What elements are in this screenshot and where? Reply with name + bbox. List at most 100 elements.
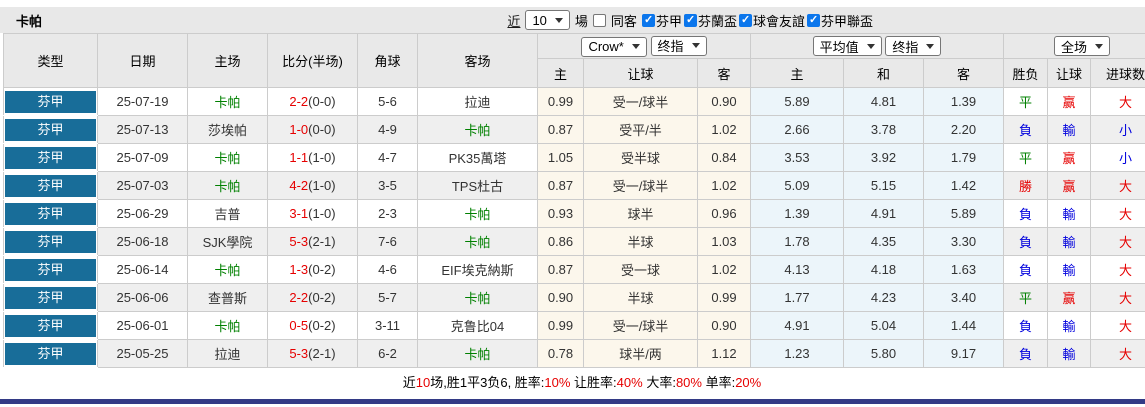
score-halftime: (0-0) [308, 94, 336, 109]
home-team-cell[interactable]: 卡帕 [187, 143, 268, 172]
goals-cell: 小 [1089, 115, 1145, 144]
home-team-cell[interactable]: 卡帕 [187, 255, 268, 284]
away-team-cell[interactable]: 卡帕 [417, 115, 538, 144]
odds-stage-select[interactable]: 终指 [650, 35, 707, 56]
score-cell: 2-2(0-0) [267, 87, 358, 116]
summary-segment: 80% [675, 374, 702, 390]
away-team-cell[interactable]: 卡帕 [417, 283, 538, 312]
goals-cell: 大 [1089, 339, 1145, 368]
avg-away-cell: 3.40 [923, 283, 1004, 312]
match-count-select[interactable]: 10 [525, 10, 570, 30]
avg-home-cell: 1.39 [750, 199, 844, 228]
date-cell: 25-06-01 [97, 311, 188, 340]
home-team-cell[interactable]: 拉迪 [187, 339, 268, 368]
match-count-value: 10 [532, 12, 547, 28]
home-team-cell[interactable]: 卡帕 [187, 171, 268, 200]
avg-select-value: 平均值 [819, 39, 859, 55]
date-cell: 25-06-06 [97, 283, 188, 312]
away-odds-cell: 1.02 [697, 255, 751, 284]
avg-home-cell: 1.77 [750, 283, 844, 312]
avg-select[interactable]: 平均值 [812, 36, 882, 56]
avg-away-cell: 1.79 [923, 143, 1004, 172]
checkbox-checked-icon[interactable] [738, 13, 752, 27]
corner-cell: 4-7 [357, 143, 418, 172]
col-header-odds-away: 客 [697, 58, 751, 88]
recent-link[interactable]: 近 [507, 11, 520, 30]
away-team-cell[interactable]: EIF埃克納斯 [417, 255, 538, 284]
away-team-cell[interactable]: 卡帕 [417, 227, 538, 256]
result-cell: 負 [1003, 255, 1048, 284]
stats-page: 卡帕 近 10 場 同客 芬甲芬蘭盃球會友誼芬甲聯盃 类型 日期 主场 比分( [0, 0, 1145, 407]
score-fulltime: 0-5 [289, 318, 309, 333]
match-tbody: 芬甲 25-07-19 卡帕 2-2(0-0) 5-6 拉迪 0.99 受一/球半 0.90 5.… [3, 87, 1145, 368]
chevron-down-icon [926, 43, 935, 49]
checkbox-checked-icon[interactable] [641, 13, 655, 27]
handicap-result-cell: 輸 [1047, 115, 1091, 144]
handicap-cell: 球半 [583, 199, 698, 228]
bottom-divider-bar [0, 399, 1145, 404]
away-team-cell[interactable]: TPS杜古 [417, 171, 538, 200]
home-odds-cell: 0.87 [537, 171, 584, 200]
handicap-result-cell: 輸 [1047, 339, 1091, 368]
handicap-result-cell: 赢 [1047, 171, 1091, 200]
summary-bar: 近10场,胜1平3负6, 胜率:10% 让胜率:40% 大率:80% 单率:20… [3, 367, 1145, 395]
league-badge: 芬甲 [5, 230, 96, 253]
checkbox-checked-icon[interactable] [806, 13, 820, 27]
bookmaker-select-value: Crow* [588, 39, 624, 54]
avg-home-cell: 4.13 [750, 255, 844, 284]
chevron-down-icon [554, 17, 563, 23]
avg-stage-select-value: 终指 [892, 39, 919, 55]
avg-away-cell: 1.63 [923, 255, 1004, 284]
avg-stage-select[interactable]: 终指 [885, 36, 942, 56]
home-odds-cell: 0.87 [537, 255, 584, 284]
score-fulltime: 2-2 [289, 94, 309, 109]
avg-draw-cell: 5.04 [843, 311, 924, 340]
league-badge: 芬甲 [5, 118, 96, 141]
home-team-cell[interactable]: 莎埃帕 [187, 115, 268, 144]
away-odds-cell: 0.96 [697, 199, 751, 228]
home-odds-cell: 0.87 [537, 115, 584, 144]
competition-label: 芬甲 [655, 13, 682, 29]
score-cell: 0-5(0-2) [267, 311, 358, 340]
avg-home-cell: 1.78 [750, 227, 844, 256]
score-halftime: (0-0) [308, 122, 336, 137]
summary-segment: 20% [735, 374, 762, 390]
date-cell: 25-07-19 [97, 87, 188, 116]
matches-label: 場 [574, 13, 588, 29]
away-team-cell[interactable]: PK35萬塔 [417, 143, 538, 172]
handicap-result-cell: 赢 [1047, 87, 1091, 116]
col-header-avg-away: 客 [923, 58, 1004, 88]
checkbox-checked-icon[interactable] [683, 13, 697, 27]
avg-away-cell: 1.39 [923, 87, 1004, 116]
scope-select[interactable]: 全场 [1054, 36, 1111, 56]
summary-segment: 近 [402, 374, 416, 390]
away-team-cell[interactable]: 卡帕 [417, 339, 538, 368]
corner-cell: 3-11 [357, 311, 418, 340]
goals-cell: 大 [1089, 311, 1145, 340]
bookmaker-select[interactable]: Crow* [581, 36, 647, 57]
away-team-cell[interactable]: 拉迪 [417, 87, 538, 116]
home-team-cell[interactable]: 查普斯 [187, 283, 268, 312]
away-team-cell[interactable]: 克鲁比04 [417, 311, 538, 340]
avg-group-header: 平均值 终指 [750, 33, 1004, 59]
corner-cell: 7-6 [357, 227, 418, 256]
league-cell: 芬甲 [3, 283, 98, 312]
home-team-cell[interactable]: 卡帕 [187, 87, 268, 116]
summary-segment: 10% [544, 374, 571, 390]
avg-away-cell: 2.20 [923, 115, 1004, 144]
league-badge: 芬甲 [5, 146, 96, 169]
home-team-cell[interactable]: 吉普 [187, 199, 268, 228]
avg-home-cell: 4.91 [750, 311, 844, 340]
score-fulltime: 4-2 [289, 178, 309, 193]
league-badge: 芬甲 [5, 314, 96, 337]
score-cell: 5-3(2-1) [267, 339, 358, 368]
home-team-cell[interactable]: SJK學院 [187, 227, 268, 256]
table-row: 芬甲 25-06-01 卡帕 0-5(0-2) 3-11 克鲁比04 0.99 受一/球半 0.… [3, 311, 1145, 340]
goals-cell: 小 [1089, 143, 1145, 172]
avg-draw-cell: 4.91 [843, 199, 924, 228]
avg-home-cell: 3.53 [750, 143, 844, 172]
home-team-cell[interactable]: 卡帕 [187, 311, 268, 340]
same-away-checkbox[interactable] [592, 13, 606, 27]
title-bar: 卡帕 近 10 場 同客 芬甲芬蘭盃球會友誼芬甲聯盃 [0, 7, 1145, 33]
away-team-cell[interactable]: 卡帕 [417, 199, 538, 228]
